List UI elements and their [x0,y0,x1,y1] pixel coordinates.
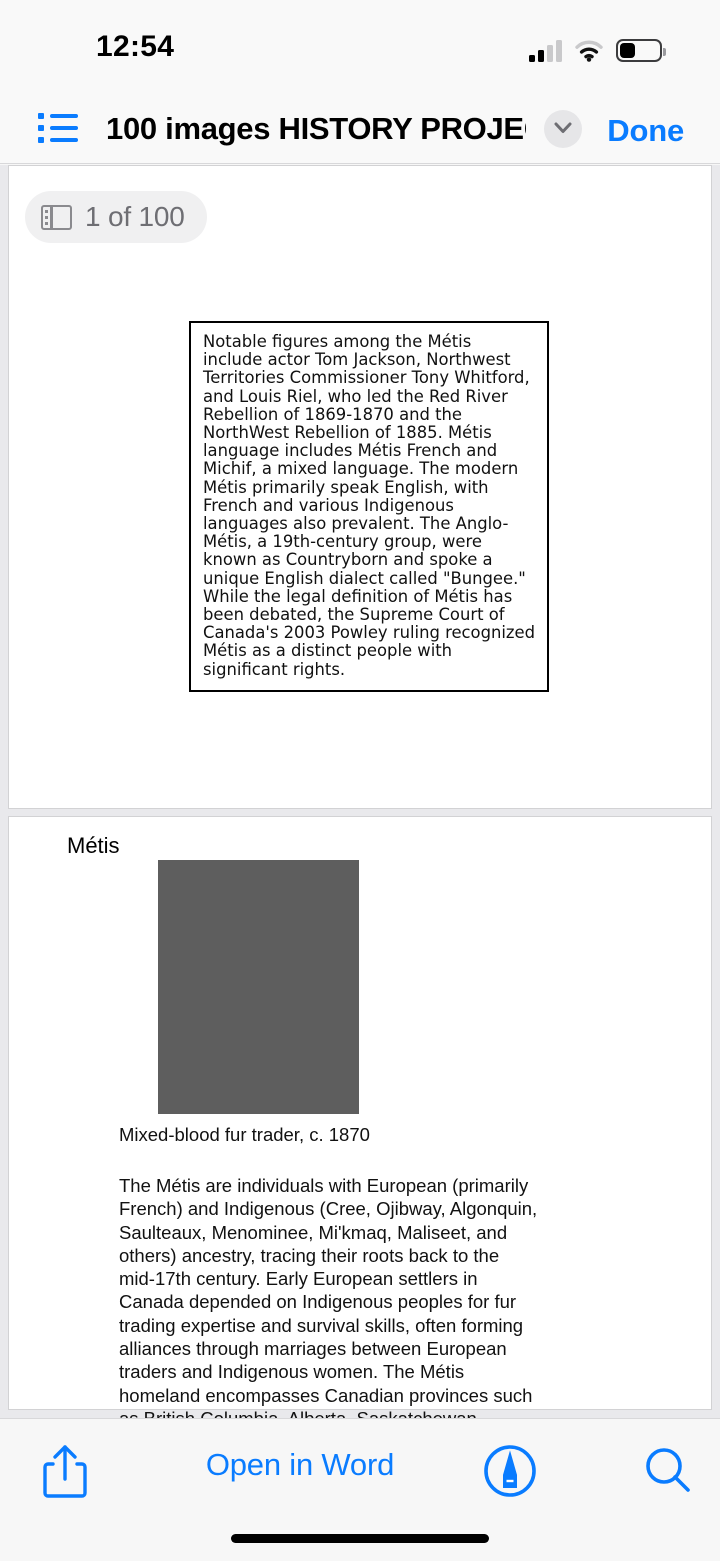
status-time: 12:54 [96,30,175,63]
page-indicator-label: 1 of 100 [85,201,185,232]
bulleted-list-icon[interactable] [38,113,78,144]
document-page-2[interactable]: Métis Mixed-blood fur trader, c. 1870 Th… [8,816,712,1418]
wifi-icon [575,40,603,62]
page2-image-placeholder [158,860,359,1114]
chevron-down-icon[interactable] [544,110,582,148]
page2-heading: Métis [67,833,120,858]
document-page-1[interactable]: Notable figures among the Métis include … [8,165,712,809]
open-in-word-button[interactable]: Open in Word [160,1447,440,1483]
page-indicator-badge[interactable]: 1 of 100 [25,191,207,243]
document-scroll-area[interactable]: 1 of 100 Notable figures among the Métis… [0,165,720,1418]
status-indicators [529,34,666,62]
page2-body-paragraph: The Métis are individuals with European … [119,1175,538,1418]
markup-pen-icon[interactable] [482,1443,538,1499]
done-button[interactable]: Done [607,113,684,149]
page-title: 100 images HISTORY PROJEC... [106,111,526,146]
battery-low-icon [616,39,666,62]
share-icon[interactable] [35,1441,95,1501]
home-indicator [231,1534,489,1543]
search-icon[interactable] [640,1443,696,1499]
phone-screen: 12:54 100 images HISTORY PROJEC... Done … [0,0,720,1561]
page-separator [0,809,720,816]
cellular-signal-icon [529,40,562,62]
page-thumbnail-icon [41,204,72,230]
bottom-toolbar: Open in Word [0,1418,720,1561]
status-bar: 12:54 [0,0,720,92]
page2-image-caption: Mixed-blood fur trader, c. 1870 [119,1124,370,1145]
navigation-bar: 100 images HISTORY PROJEC... Done [0,92,720,164]
page1-textbox-paragraph: Notable figures among the Métis include … [203,332,536,679]
page1-textbox: Notable figures among the Métis include … [189,321,549,692]
